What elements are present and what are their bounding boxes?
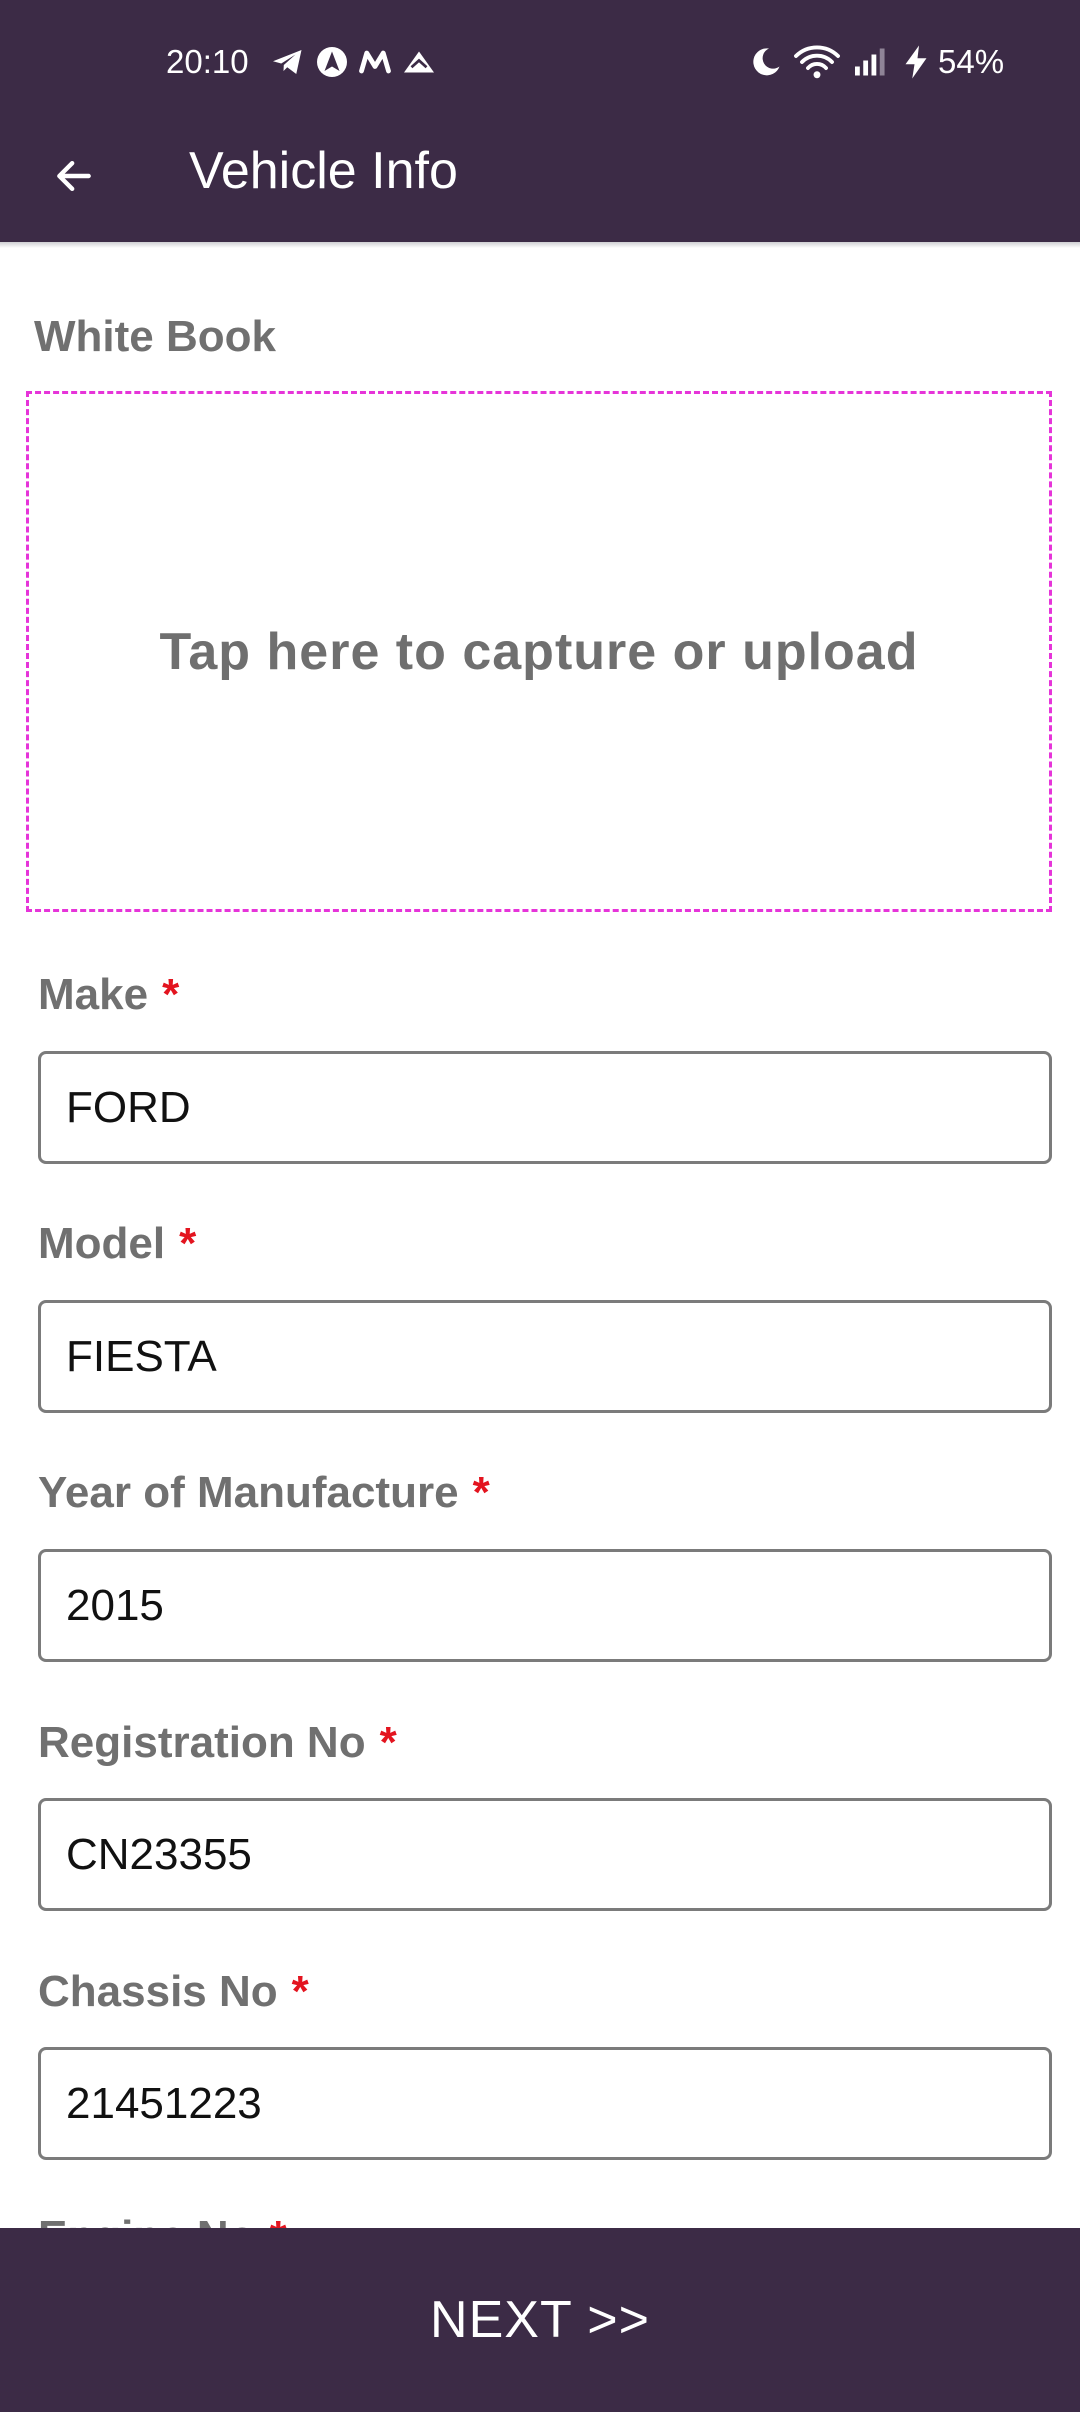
model-input[interactable] xyxy=(38,1300,1052,1413)
status-bar: 20:10 54% xyxy=(0,0,1080,128)
required-star: * xyxy=(162,970,180,1019)
chassis-no-label: Chassis No * xyxy=(38,1965,309,2019)
make-label: Make * xyxy=(38,968,179,1022)
make-input[interactable] xyxy=(38,1051,1052,1164)
next-button[interactable]: NEXT >> xyxy=(0,2228,1080,2412)
page-title: Vehicle Info xyxy=(189,142,458,200)
required-star: * xyxy=(472,1468,490,1517)
chassis-no-label-text: Chassis No xyxy=(38,1967,278,2016)
registration-no-label: Registration No * xyxy=(38,1716,397,1770)
required-star: * xyxy=(291,1967,309,2016)
year-of-manufacture-input[interactable] xyxy=(38,1549,1052,1662)
battery-percentage: 54% xyxy=(938,43,1005,80)
upload-prompt-text: Tap here to capture or upload xyxy=(159,622,919,681)
white-book-upload-area[interactable]: Tap here to capture or upload xyxy=(26,391,1052,912)
required-star: * xyxy=(179,1219,197,1268)
toolbar: Vehicle Info xyxy=(0,128,1080,242)
year-of-manufacture-label-text: Year of Manufacture xyxy=(38,1468,459,1517)
year-of-manufacture-label: Year of Manufacture * xyxy=(38,1466,490,1520)
cloud-icon xyxy=(404,51,434,73)
back-button[interactable] xyxy=(36,138,112,214)
chassis-no-input[interactable] xyxy=(38,2047,1052,2160)
app-header: 20:10 54% Vehicle Info xyxy=(0,0,1080,242)
make-label-text: Make xyxy=(38,970,149,1019)
white-book-label: White Book xyxy=(34,312,276,361)
header-shadow xyxy=(0,242,1080,248)
registration-no-input[interactable] xyxy=(38,1798,1052,1911)
required-star: * xyxy=(379,1718,397,1767)
next-button-label: NEXT >> xyxy=(430,2291,650,2349)
registration-no-label-text: Registration No xyxy=(38,1718,366,1767)
status-time: 20:10 xyxy=(166,43,249,80)
navigation-icon xyxy=(317,47,347,77)
telegram-icon xyxy=(273,50,302,74)
arrow-left-icon xyxy=(57,160,91,192)
charging-icon xyxy=(905,45,927,79)
moon-icon xyxy=(753,48,780,76)
meta-icon xyxy=(359,50,391,74)
signal-icon xyxy=(855,48,885,76)
model-label-text: Model xyxy=(38,1219,166,1268)
wifi-icon xyxy=(794,45,840,79)
model-label: Model * xyxy=(38,1217,196,1271)
